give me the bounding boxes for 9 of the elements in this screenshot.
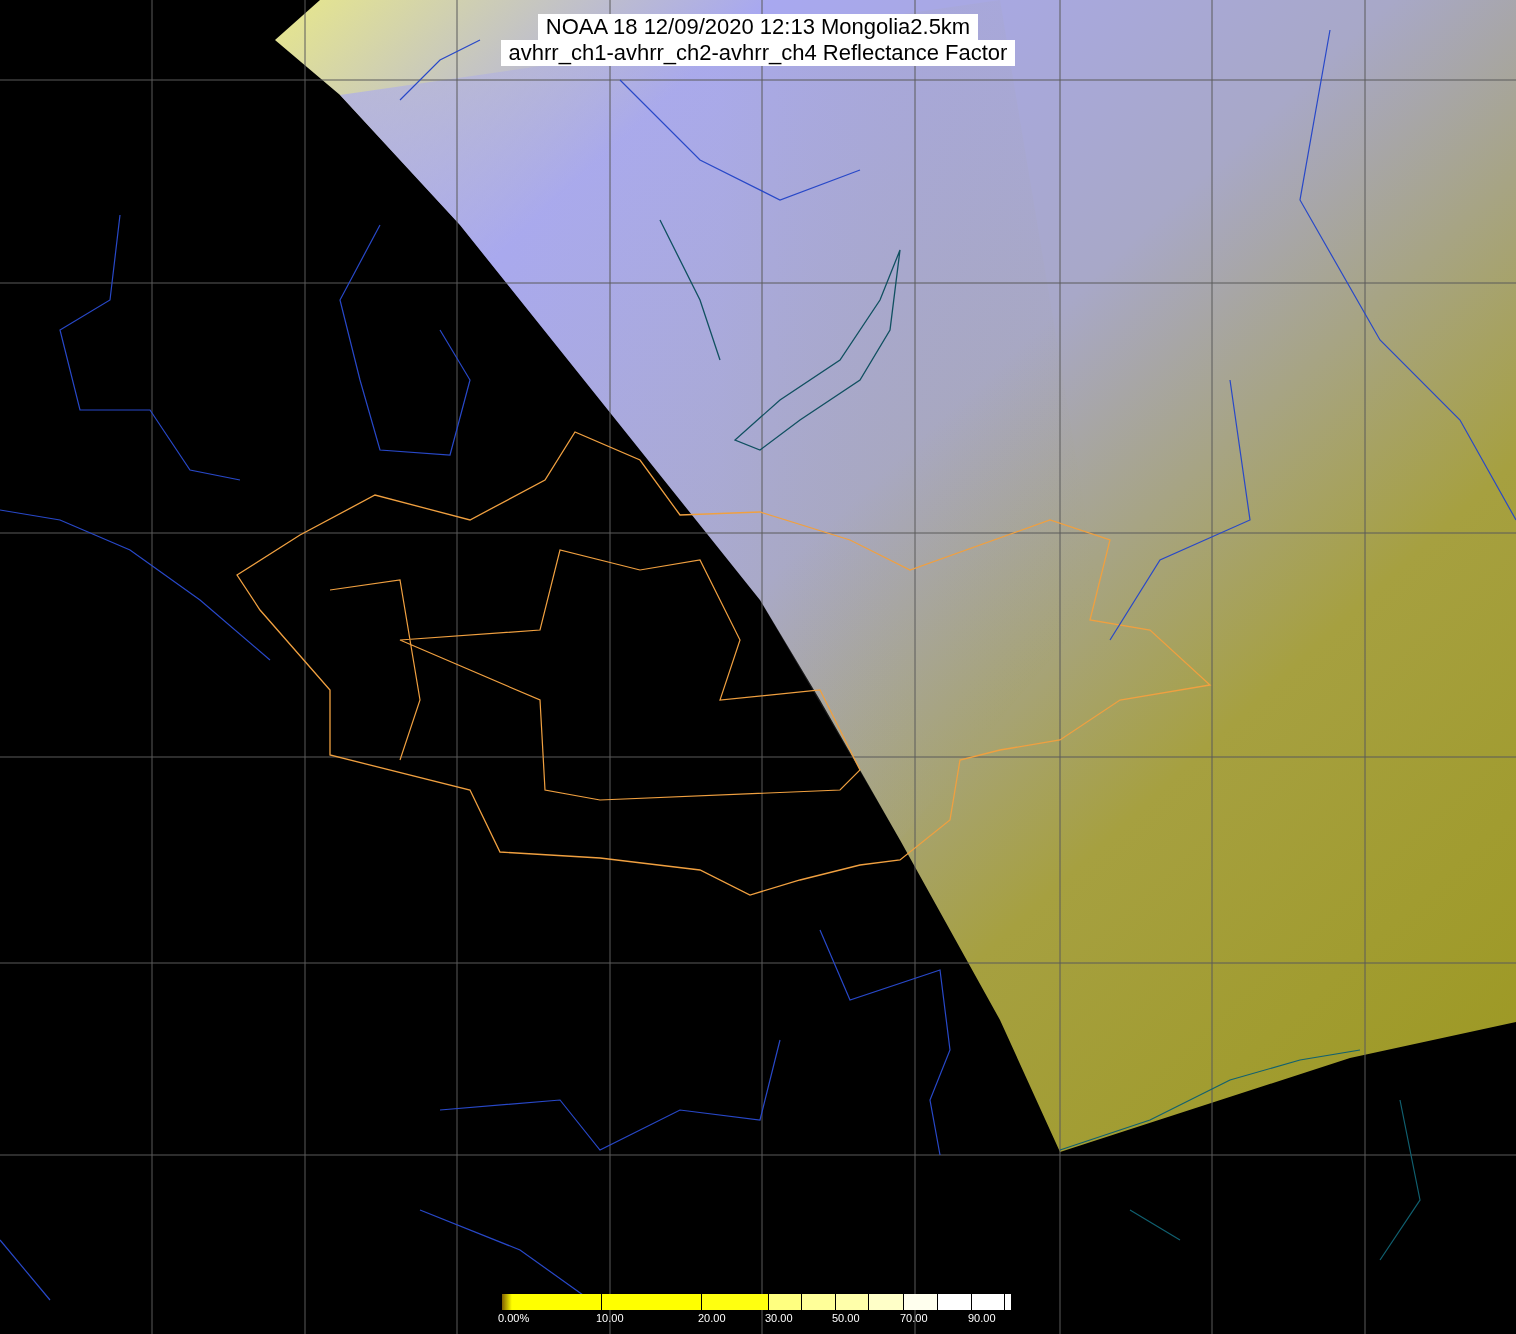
colorbar-label: 10.00: [596, 1312, 624, 1325]
map-title: NOAA 18 12/09/2020 12:13 Mongolia2.5km: [537, 14, 979, 40]
colorbar-label: 90.00: [968, 1312, 996, 1325]
colorbar-label: 20.00: [698, 1312, 726, 1325]
colorbar-label: 50.00: [832, 1312, 860, 1325]
colorbar-label: 70.00: [900, 1312, 928, 1325]
colorbar-label: 30.00: [765, 1312, 793, 1325]
map-title: avhrr_ch1-avhrr_ch2-avhrr_ch4 Reflectance Factor: [500, 40, 1016, 66]
colorbar-label: 0.00%: [498, 1312, 530, 1325]
